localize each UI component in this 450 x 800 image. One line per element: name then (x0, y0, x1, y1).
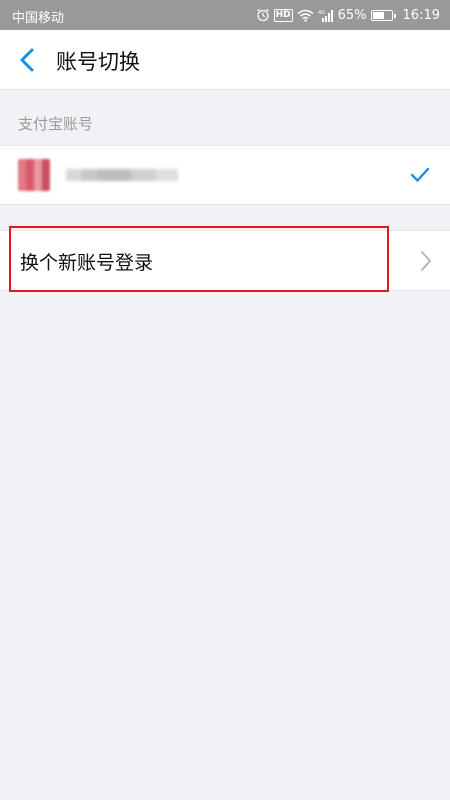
wifi-icon (297, 9, 314, 22)
switch-account-button[interactable]: 换个新账号登录 (0, 230, 450, 291)
section-header: 支付宝账号 (18, 115, 94, 133)
account-item[interactable] (0, 145, 450, 205)
status-icons: HD 4G 65% 16:19 (256, 5, 440, 25)
chevron-right-icon (420, 250, 432, 272)
battery-percent: 65% (337, 7, 367, 23)
clock: 16:19 (402, 7, 440, 23)
signal-icon: 4G (318, 9, 334, 22)
battery-fill (372, 11, 385, 19)
checkmark-icon (410, 166, 430, 184)
status-bar: 中国移动 HD 4G 65% 16:19 (0, 0, 450, 30)
battery-icon (370, 9, 396, 21)
carrier-label: 中国移动 (12, 11, 65, 26)
nav-bar: 账号切换 (0, 30, 450, 90)
svg-text:4G: 4G (318, 10, 325, 16)
alarm-icon (256, 8, 270, 22)
avatar (18, 159, 50, 191)
hd-icon: HD (273, 8, 293, 22)
chevron-left-icon[interactable] (16, 47, 40, 73)
switch-account-label: 换个新账号登录 (20, 252, 154, 274)
account-name-redacted (66, 169, 178, 181)
page-title: 账号切换 (56, 50, 140, 74)
